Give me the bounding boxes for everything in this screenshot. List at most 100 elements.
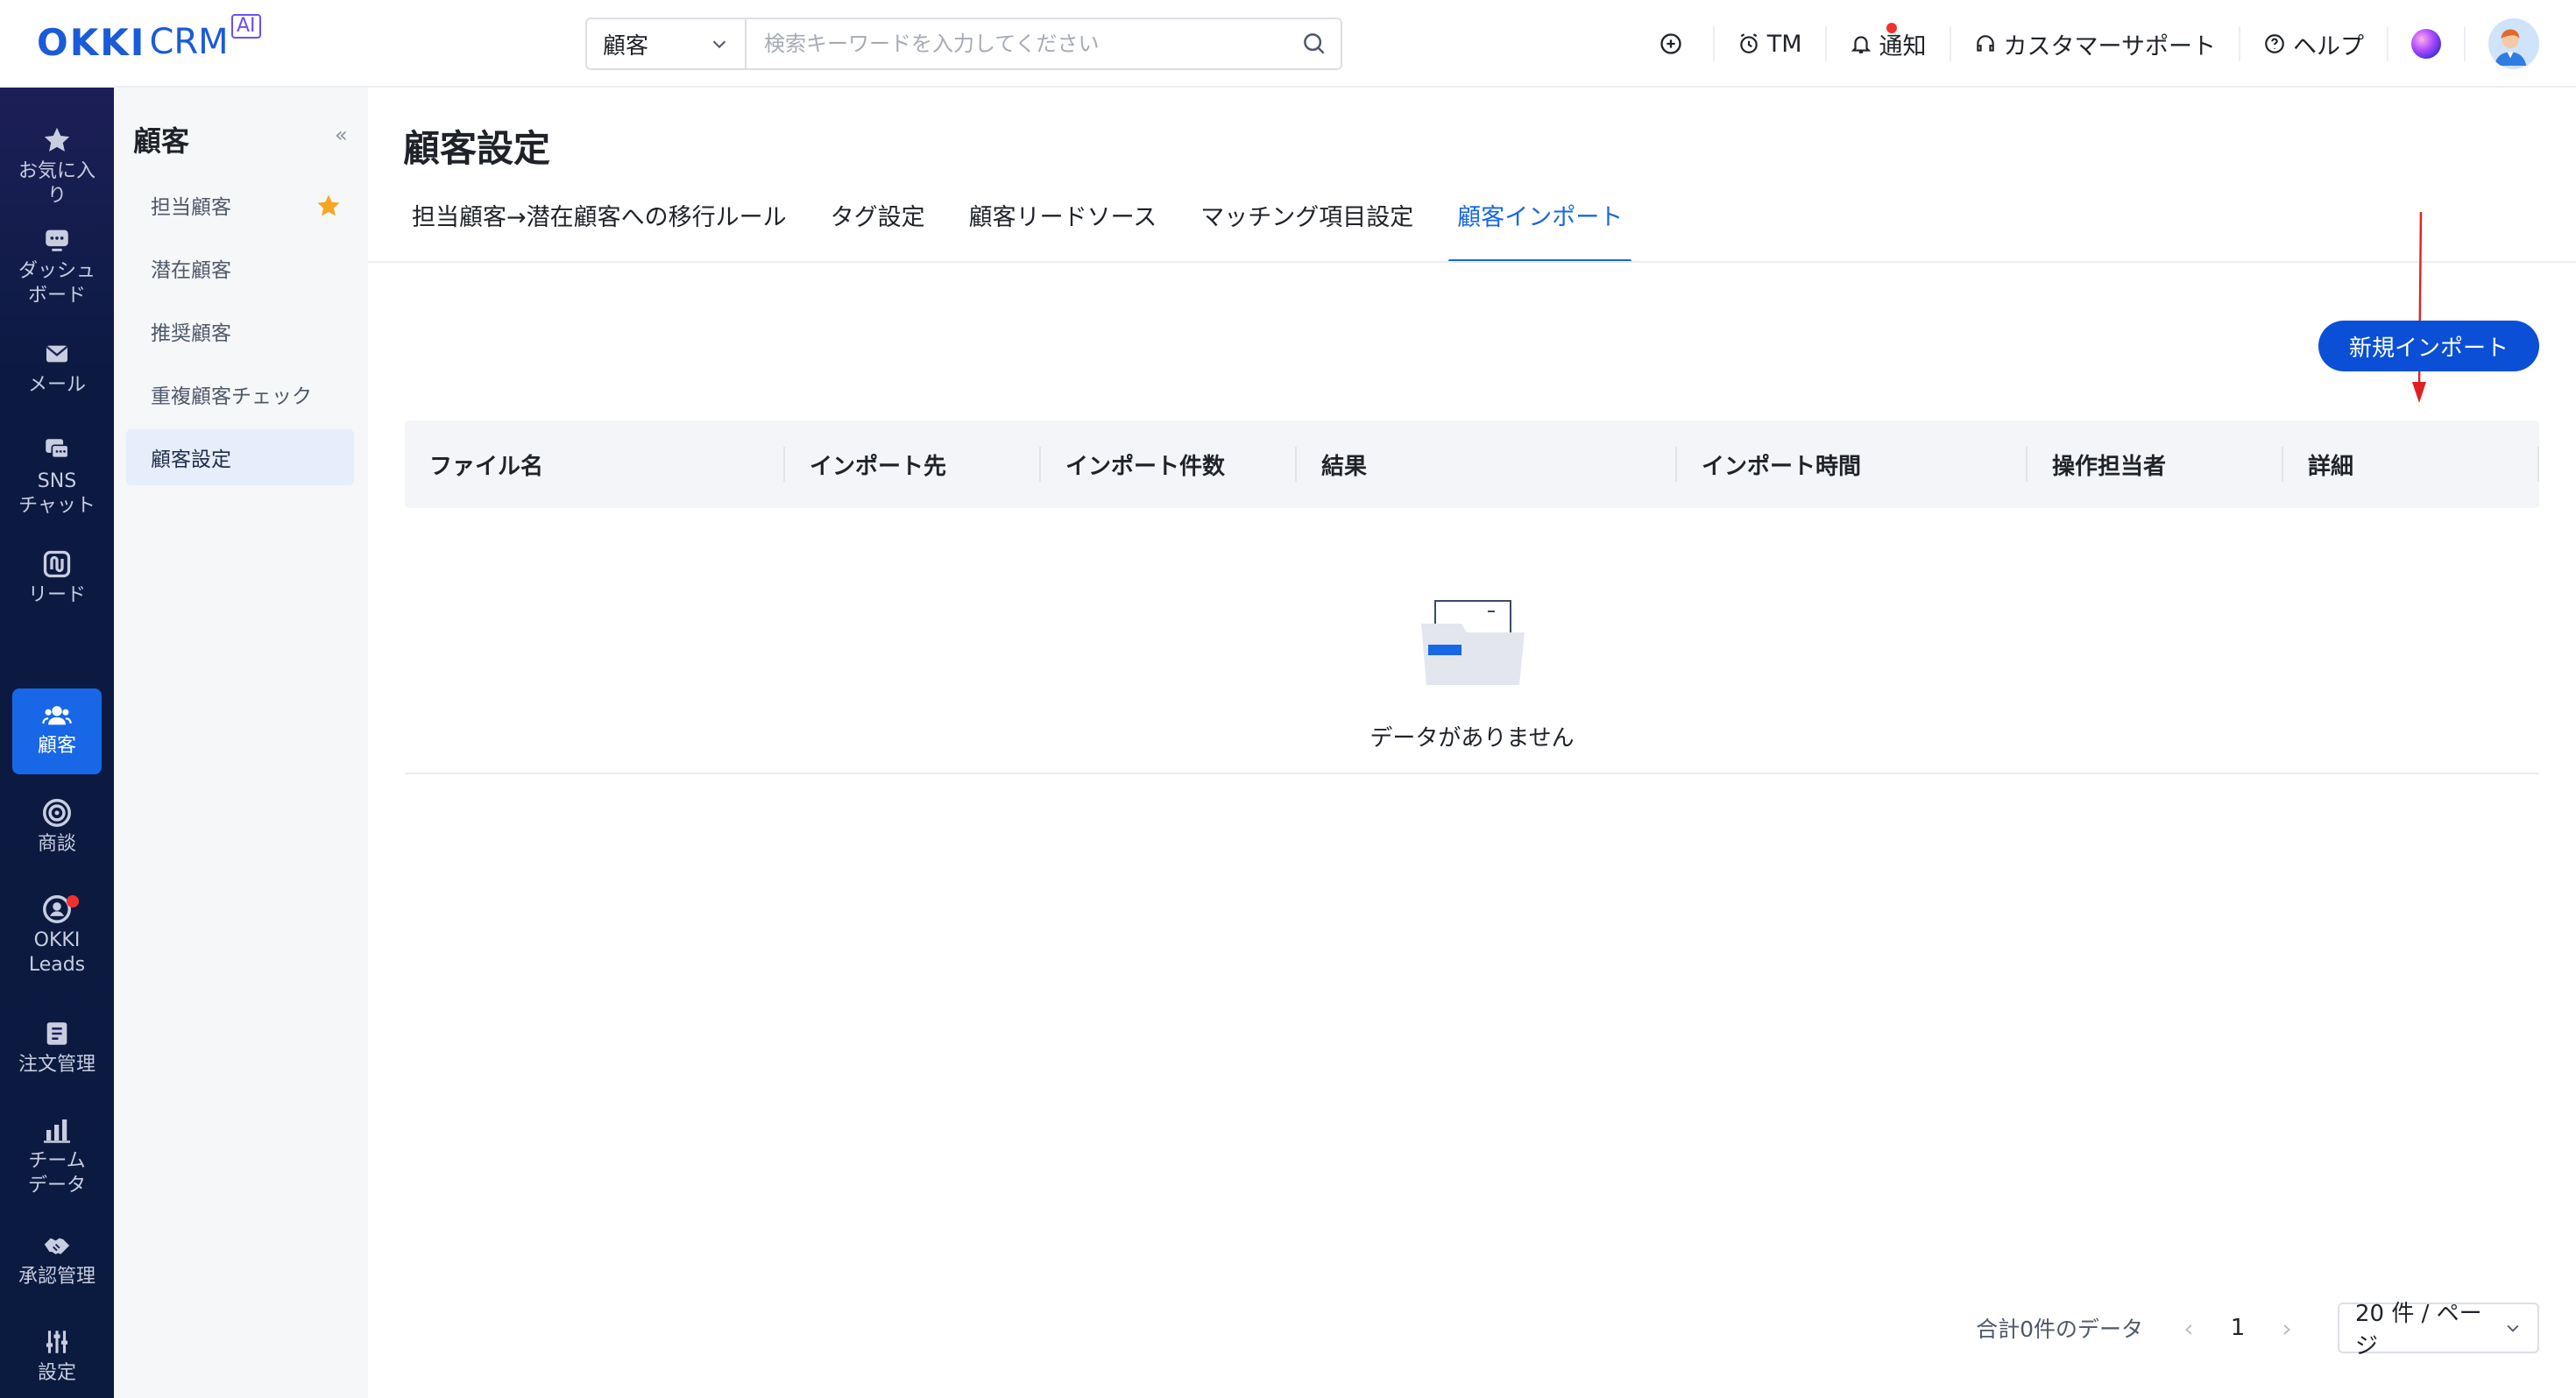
nav-sns-chat[interactable]: SNS チャット: [12, 433, 102, 519]
nav-leads[interactable]: リード: [12, 547, 102, 608]
sub-item-recommended-customers[interactable]: 推奨顧客: [126, 303, 354, 359]
column-operator: 操作担当者: [2028, 420, 2283, 508]
red-arrow-annotation: [2412, 211, 2426, 403]
page-size-value: 20 件 / ページ: [2355, 1301, 2482, 1359]
tab-lead-source[interactable]: 顧客リードソース: [960, 196, 1166, 263]
page-size-select[interactable]: 20 件 / ページ: [2338, 1301, 2539, 1359]
headset-icon: [1976, 35, 1994, 52]
logo-okki: OKKI: [37, 20, 146, 64]
logo-crm: CRM: [149, 22, 229, 62]
settings-tabs: 担当顧客→潜在顧客への移行ルール タグ設定 顧客リードソース マッチング項目設定…: [403, 196, 1658, 263]
sub-item-potential-customers[interactable]: 潜在顧客: [126, 240, 354, 296]
tab-matching-fields[interactable]: マッチング項目設定: [1192, 196, 1422, 263]
column-details: 詳細: [2283, 420, 2539, 508]
settings-icon: [46, 1331, 68, 1353]
sub-item-label: 顧客設定: [151, 448, 231, 471]
search-scope-value: 顧客: [603, 32, 649, 60]
bar-chart-icon: [44, 1119, 70, 1143]
ai-assistant-button[interactable]: [2388, 26, 2466, 61]
customer-support-button[interactable]: カスタマーサポート: [1951, 26, 2240, 61]
customer-icon: [42, 706, 72, 725]
logo-ai-badge: AI: [231, 14, 261, 39]
star-icon[interactable]: [315, 193, 342, 219]
star-icon: [44, 127, 70, 152]
ai-orb-icon: [2411, 29, 2441, 59]
nav-customers[interactable]: 顧客: [12, 688, 102, 774]
column-file-name: ファイル名: [405, 420, 785, 508]
empty-folder-icon: [1421, 600, 1525, 685]
sub-item-duplicate-check[interactable]: 重複顧客チェック: [126, 366, 354, 422]
nav-label: メール: [27, 374, 86, 396]
quick-add-button[interactable]: [1636, 26, 1715, 61]
search-scope-select[interactable]: 顧客: [587, 19, 747, 68]
nav-team-data[interactable]: チーム データ: [12, 1112, 102, 1198]
nav-label: チーム データ: [27, 1150, 86, 1197]
alarm-clock-icon: [1739, 33, 1758, 53]
nav-dashboard[interactable]: ダッシュ ボード: [12, 222, 102, 308]
nav-label: 設定: [37, 1362, 76, 1384]
sub-item-customer-settings[interactable]: 顧客設定: [126, 429, 354, 485]
help-label: ヘルプ: [2293, 32, 2364, 60]
notification-label: 通知: [1879, 32, 1927, 60]
tm-button[interactable]: TM: [1715, 26, 1827, 61]
pagination-total: 合計0件のデータ: [1976, 1317, 2143, 1342]
app-logo[interactable]: OKKI CRM AI: [37, 14, 261, 67]
nav-label: SNS チャット: [18, 470, 96, 517]
empty-state-text: データがありません: [1369, 725, 1575, 752]
notification-badge: [1886, 23, 1897, 33]
nav-approvals[interactable]: 承認管理: [12, 1228, 102, 1289]
notification-button[interactable]: 通知: [1827, 23, 1951, 61]
bell-icon: [1851, 36, 1871, 53]
collapse-sidebar-button[interactable]: «: [335, 123, 348, 147]
column-import-target: インポート先: [785, 420, 1041, 508]
sub-item-label: 潜在顧客: [151, 259, 231, 282]
dashboard-icon: [46, 229, 68, 251]
target-icon: [43, 799, 71, 827]
plus-circle-icon: [1660, 33, 1681, 54]
nav-label: お気に入 り: [18, 160, 96, 207]
tm-label: TM: [1766, 30, 1802, 58]
tab-transfer-rules[interactable]: 担当顧客→潜在顧客への移行ルール: [403, 196, 796, 263]
tab-divider: [368, 261, 2576, 263]
help-button[interactable]: ヘルプ: [2240, 26, 2388, 61]
support-label: カスタマーサポート: [2003, 32, 2216, 60]
chevron-down-icon: [712, 40, 726, 49]
page-number[interactable]: 1: [2210, 1315, 2266, 1341]
column-import-time: インポート時間: [1677, 420, 2028, 508]
chat-icon: [46, 439, 69, 459]
nav-okki-leads[interactable]: OKKI Leads: [12, 892, 102, 978]
nav-label: OKKI Leads: [28, 929, 86, 976]
search-button[interactable]: [1288, 19, 1341, 68]
prev-page-button[interactable]: ‹: [2168, 1314, 2210, 1343]
empty-state: データがありません: [405, 508, 2539, 774]
new-import-button[interactable]: 新規インポート: [2318, 321, 2539, 371]
search-input[interactable]: [747, 19, 1288, 68]
nav-label: ダッシュ ボード: [18, 260, 96, 307]
top-bar: OKKI CRM AI 顧客 TM 通知 カスタマーサポート: [0, 0, 2576, 88]
column-result: 結果: [1297, 420, 1677, 508]
nav-label: 顧客: [37, 735, 76, 757]
nav-orders[interactable]: 注文管理: [12, 1016, 102, 1077]
user-menu[interactable]: [2466, 18, 2576, 69]
order-icon: [46, 1022, 67, 1045]
import-table-header: ファイル名 インポート先 インポート件数 結果 インポート時間 操作担当者 詳細: [405, 420, 2539, 508]
nav-notification-dot: [67, 895, 79, 907]
sub-item-label: 担当顧客: [151, 196, 231, 219]
global-search: 顧客: [585, 18, 1342, 70]
nav-label: 商談: [37, 833, 76, 855]
nav-label: リード: [27, 584, 86, 606]
nav-settings[interactable]: 設定: [12, 1324, 102, 1386]
column-import-count: インポート件数: [1041, 420, 1297, 508]
nav-favorites[interactable]: お気に入 り: [12, 123, 102, 208]
nav-mail[interactable]: メール: [12, 336, 102, 398]
sub-item-assigned-customers[interactable]: 担当顧客: [126, 177, 354, 233]
sub-sidebar: 顧客 « 担当顧客 潜在顧客 推奨顧客 重複顧客チェック 顧客設定: [114, 88, 368, 1398]
tab-tag-settings[interactable]: タグ設定: [822, 196, 934, 263]
nav-label: 注文管理: [18, 1054, 96, 1076]
search-icon: [1304, 33, 1325, 54]
main-content: 顧客設定 担当顧客→潜在顧客への移行ルール タグ設定 顧客リードソース マッチン…: [368, 88, 2576, 1398]
nav-deals[interactable]: 商談: [12, 795, 102, 857]
sub-sidebar-title: 顧客: [133, 124, 190, 158]
next-page-button[interactable]: ›: [2266, 1314, 2308, 1343]
tab-customer-import[interactable]: 顧客インポート: [1448, 196, 1632, 263]
